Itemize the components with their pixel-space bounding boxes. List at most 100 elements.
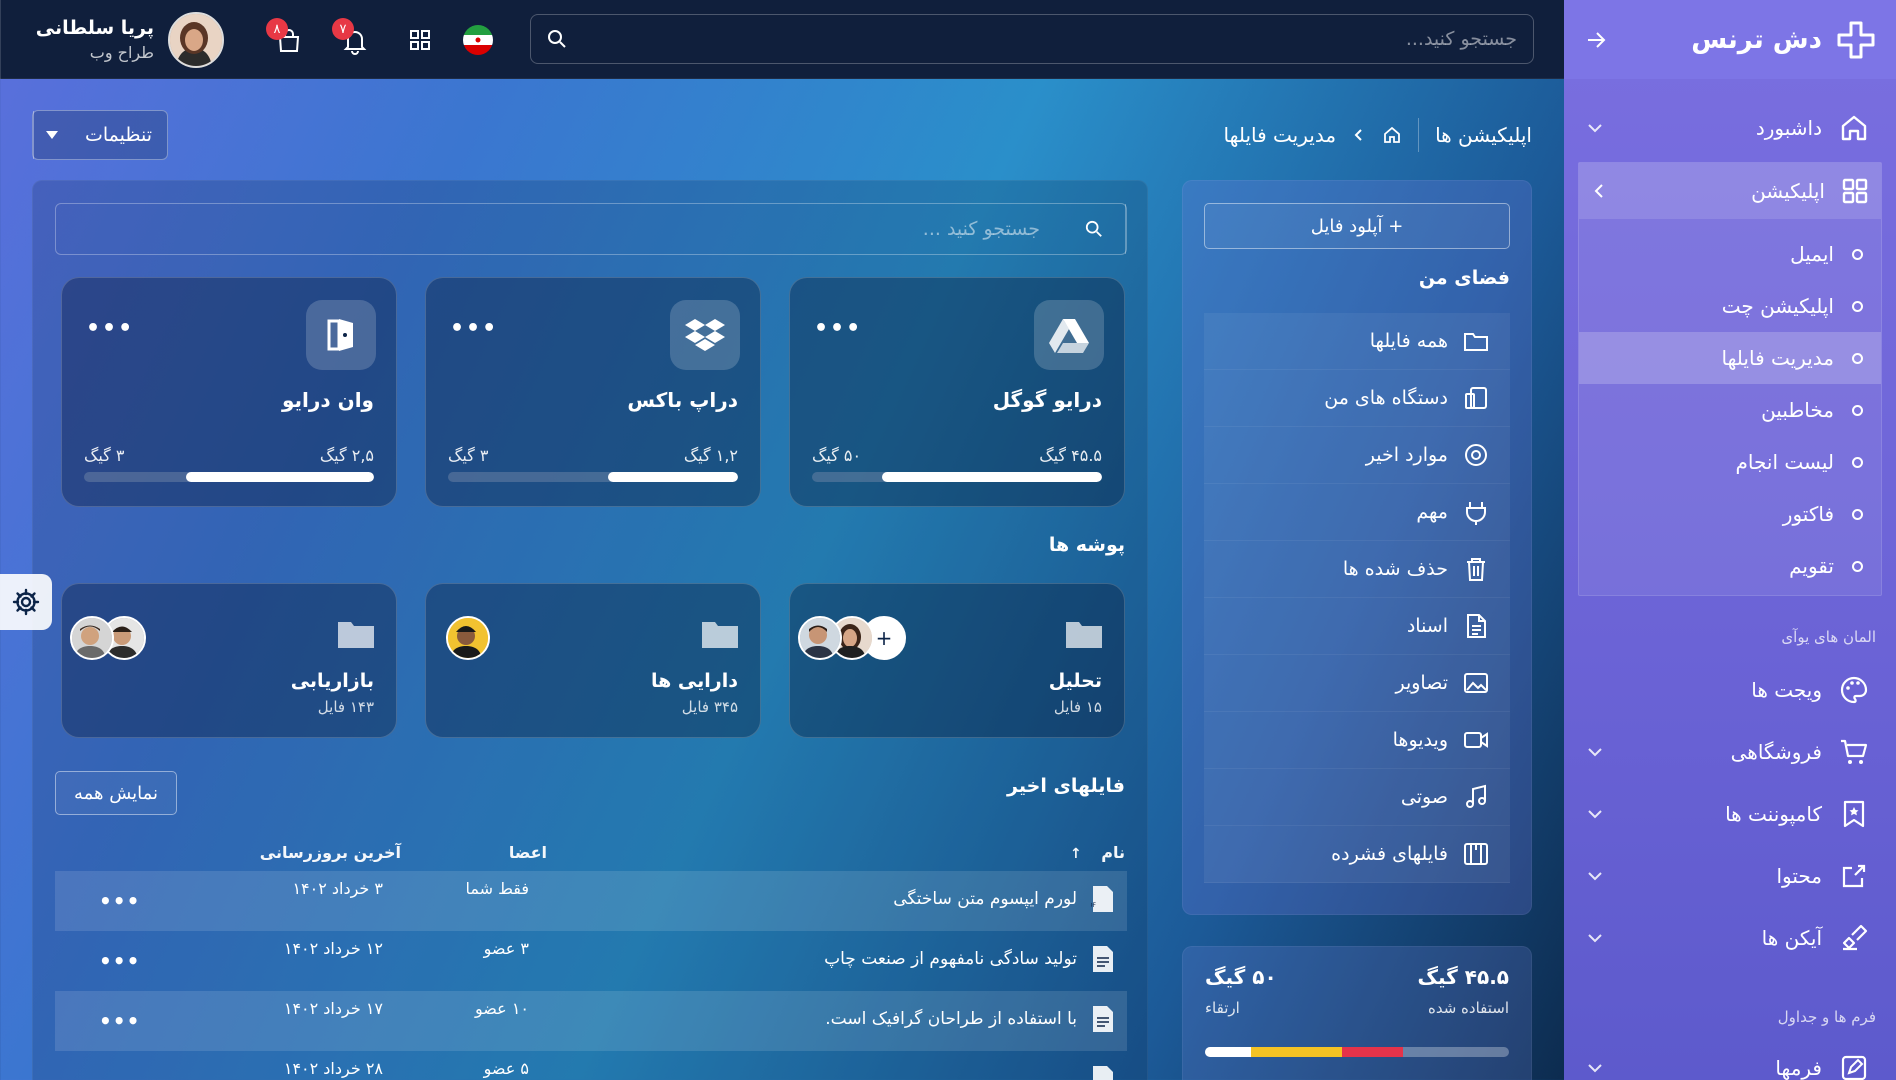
sidebar-subitem-file-manager[interactable]: مدیریت فایلها xyxy=(1579,332,1881,384)
pin-icon xyxy=(1466,502,1486,525)
sidebar-item-label: داشبورد xyxy=(1755,116,1822,140)
recent-icon xyxy=(1465,444,1487,466)
member-avatars: + xyxy=(798,616,906,660)
drive-name: درایو گوگل xyxy=(992,388,1102,412)
storage-panel: ۴۵.۵ گیگ استفاده شده ۵۰ گیگ ارتقاء xyxy=(1182,946,1532,1080)
cart-bag-icon[interactable]: ۸ xyxy=(266,18,304,56)
avatar xyxy=(446,616,490,660)
menu-item-important[interactable]: مهم xyxy=(1204,484,1510,541)
apps-grid-icon[interactable] xyxy=(404,26,434,56)
menu-item-recent[interactable]: موارد اخیر xyxy=(1204,427,1510,484)
sidebar-item-label: کامپوننت ها xyxy=(1725,802,1822,826)
upload-file-button[interactable]: + آپلود فایل xyxy=(1204,203,1510,249)
menu-item-videos[interactable]: ویدیوها xyxy=(1204,712,1510,769)
menu-item-label: همه فایلها xyxy=(1369,330,1448,352)
drive-card-onedrive[interactable]: ••• وان درایو ۲,۵ گیگ ۳ گیگ xyxy=(61,277,397,507)
row-more-options-icon[interactable]: ••• xyxy=(99,949,140,973)
column-header-members[interactable]: اعضا xyxy=(509,843,547,862)
sidebar-subitem-todo[interactable]: لیست انجام xyxy=(1579,436,1881,488)
drive-used: ۱,۲ گیگ xyxy=(683,446,738,465)
breadcrumb-current[interactable]: مدیریت فایلها xyxy=(1224,123,1337,147)
chevron-down-icon xyxy=(1588,810,1602,819)
sidebar-subitem-invoice[interactable]: فاکتور xyxy=(1579,488,1881,540)
avatar[interactable] xyxy=(168,11,224,68)
theme-settings-gear-icon[interactable] xyxy=(0,574,52,630)
menu-item-deleted[interactable]: حذف شده ها xyxy=(1204,541,1510,598)
menu-item-audio[interactable]: صوتی xyxy=(1204,769,1510,826)
bullet-icon xyxy=(1852,560,1863,572)
folder-card-analysis[interactable]: تحلیل ۱۵ فایل + xyxy=(789,583,1125,738)
bullet-icon xyxy=(1852,300,1863,312)
upgrade-link[interactable]: ارتقاء xyxy=(1205,999,1240,1017)
sidebar-subitem-chat[interactable]: اپلیکیشن چت xyxy=(1579,280,1881,332)
sidebar-item-components[interactable]: کامپوننت ها xyxy=(1564,784,1896,844)
menu-item-label: تصاویر xyxy=(1395,672,1448,694)
drive-name: وان درایو xyxy=(281,388,374,412)
collapse-arrow-icon[interactable] xyxy=(1584,28,1608,52)
menu-item-archives[interactable]: فایلهای فشرده xyxy=(1204,826,1510,883)
column-header-updated[interactable]: آخرین بروزرسانی xyxy=(260,843,401,862)
row-more-options-icon[interactable]: ••• xyxy=(99,889,140,913)
show-all-button[interactable]: نمایش همه xyxy=(55,771,177,815)
menu-item-documents[interactable]: اسناد xyxy=(1204,598,1510,655)
sidebar-subitem-email[interactable]: ایمیل xyxy=(1579,228,1881,280)
sort-up-icon: ↑ xyxy=(1069,846,1082,862)
caret-down-icon[interactable] xyxy=(33,111,70,159)
sidebar-item-apps[interactable]: اپلیکیشن xyxy=(1579,163,1881,219)
table-row[interactable]: ۵ عضو ۲۸ خرداد ۱۴۰۲ xyxy=(55,1051,1127,1080)
share-box-icon xyxy=(1842,864,1866,888)
file-updated: ۲۸ خرداد ۱۴۰۲ xyxy=(283,1059,383,1078)
sidebar-item-dashboard[interactable]: داشبورد xyxy=(1564,98,1896,158)
file-name: لورم ایپسوم متن ساختگی xyxy=(893,889,1077,909)
pdf-file-icon: PDF xyxy=(1091,886,1113,912)
sidebar-subitem-calendar[interactable]: تقویم xyxy=(1579,540,1881,592)
row-more-options-icon[interactable]: ••• xyxy=(99,1009,140,1033)
language-flag-iran-icon[interactable] xyxy=(463,24,494,55)
menu-item-images[interactable]: تصاویر xyxy=(1204,655,1510,712)
file-members: ۵ عضو xyxy=(483,1059,529,1078)
settings-dropdown-button[interactable]: تنظیمات xyxy=(32,110,168,160)
breadcrumb: اپلیکیشن ها مدیریت فایلها xyxy=(1224,118,1532,152)
cart-icon xyxy=(1841,739,1868,764)
drive-card-google[interactable]: ••• درایو گوگل ۴۵.۵ گیگ ۵۰ گیگ xyxy=(789,277,1125,507)
home-icon[interactable] xyxy=(1382,125,1402,145)
sidebar-item-ecommerce[interactable]: فروشگاهی xyxy=(1564,722,1896,782)
more-options-icon[interactable]: ••• xyxy=(450,316,498,341)
sidebar-item-widgets[interactable]: ویجت ها xyxy=(1564,660,1896,720)
sidebar-item-icons[interactable]: آیکن ها xyxy=(1564,908,1896,968)
folder-card-marketing[interactable]: بازاریابی ۱۴۳ فایل xyxy=(61,583,397,738)
file-search-input[interactable]: جستجو کنید ... xyxy=(55,203,1127,255)
sidebar-item-forms[interactable]: فرمها xyxy=(1564,1038,1896,1080)
more-options-icon[interactable]: ••• xyxy=(814,316,862,341)
table-row[interactable]: تولید سادگی نامفهوم از صنعت چاپ ۳ عضو ۱۲… xyxy=(55,931,1127,991)
menu-item-all-files[interactable]: همه فایلها xyxy=(1204,313,1510,370)
sidebar-item-content[interactable]: محتوا xyxy=(1564,846,1896,906)
column-label: نام xyxy=(1101,843,1125,862)
archive-icon xyxy=(1464,843,1488,865)
user-profile[interactable]: پریا سلطانی طراح وب xyxy=(0,0,246,79)
menu-item-my-devices[interactable]: دستگاه های من xyxy=(1204,370,1510,427)
folder-card-assets[interactable]: دارایی ها ۳۴۵ فایل xyxy=(425,583,761,738)
sidebar-item-label: فرمها xyxy=(1775,1056,1822,1080)
storage-bar-seg-1 xyxy=(1205,1047,1251,1057)
brand-logo-icon xyxy=(1837,21,1875,58)
bullet-icon xyxy=(1852,508,1863,520)
menu-item-label: ویدیوها xyxy=(1392,729,1448,751)
notifications-bell-icon[interactable]: ۷ xyxy=(332,18,370,56)
drive-used: ۴۵.۵ گیگ xyxy=(1039,446,1102,465)
search-icon[interactable] xyxy=(547,29,567,49)
drive-card-dropbox[interactable]: ••• دراپ باکس ۱,۲ گیگ ۳ گیگ xyxy=(425,277,761,507)
search-button[interactable] xyxy=(1062,204,1126,254)
storage-used: ۴۵.۵ گیگ xyxy=(1417,965,1509,989)
file-updated: ۱۲ خرداد ۱۴۰۲ xyxy=(283,939,383,958)
storage-bar-seg-2 xyxy=(1250,1047,1342,1057)
table-row[interactable]: PDF لورم ایپسوم متن ساختگی فقط شما ۳ خردا… xyxy=(55,871,1127,931)
sidebar-subitem-contacts[interactable]: مخاطبین xyxy=(1579,384,1881,436)
global-search-input[interactable]: جستجو کنید... xyxy=(530,14,1534,64)
more-options-icon[interactable]: ••• xyxy=(86,316,134,341)
drive-total: ۳ گیگ xyxy=(448,446,489,465)
column-header-name[interactable]: نام ↑ xyxy=(1070,843,1125,862)
sidebar-item-label: ویجت ها xyxy=(1751,678,1822,702)
table-row[interactable]: با استفاده از طراحان گرافیک است. ۱۰ عضو … xyxy=(55,991,1127,1051)
settings-label: تنظیمات xyxy=(84,124,152,146)
